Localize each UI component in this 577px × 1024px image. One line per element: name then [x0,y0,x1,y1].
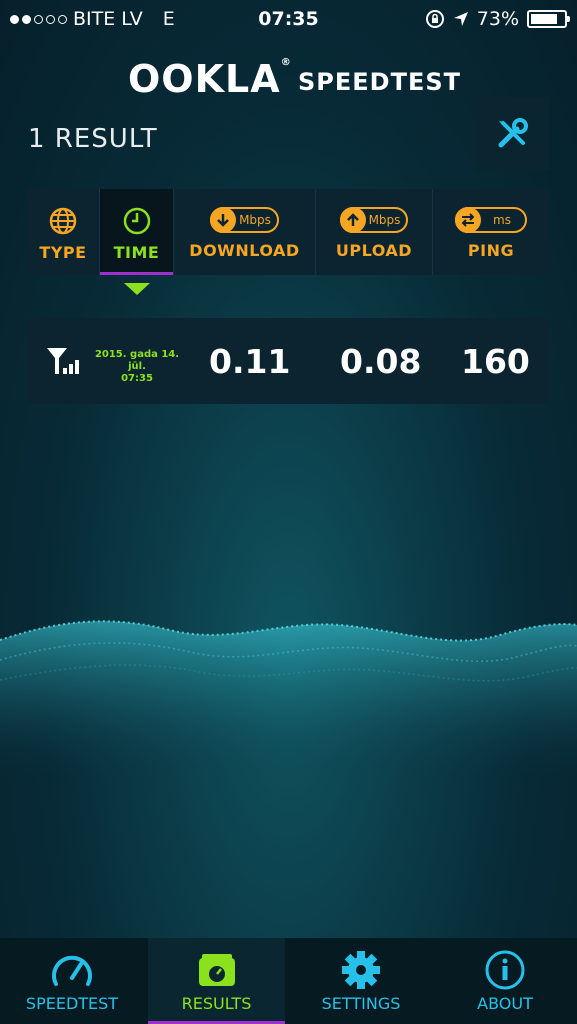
ping-unit: ms [493,213,511,227]
battery-icon [527,10,570,28]
tabbar-speedtest-label: SPEEDTEST [25,994,119,1013]
battery-percent: 73% [476,8,519,30]
info-icon [485,950,525,990]
upload-arrow-icon [339,207,366,233]
app-header: OOKLA® SPEEDTEST [0,52,577,102]
download-unit: Mbps [239,213,271,227]
background-wave [0,620,577,780]
logo-registered-mark: ® [280,57,292,68]
column-type[interactable]: TYPE [27,189,100,275]
ping-value: 160 [461,342,530,381]
column-upload-label: UPLOAD [335,241,413,260]
column-download-label: DOWNLOAD [189,241,300,260]
speedometer-icon [52,955,92,986]
sort-indicator-icon [124,283,150,295]
ookla-logo: OOKLA® [128,57,292,101]
status-right: 73% [425,8,570,30]
ping-arrows-icon [455,207,482,233]
tabbar-speedtest[interactable]: SPEEDTEST [0,938,144,1024]
result-count: 1 RESULT [28,124,158,154]
result-time: 07:35 [121,373,153,384]
tools-icon [498,117,528,147]
column-time-label: TIME [113,243,160,262]
tabbar-results-label: RESULTS [181,994,252,1013]
result-datetime: 2015. gada 14. jūl. 07:35 [89,349,185,385]
ping-unit-pill: ms [455,207,527,233]
logo-text: OOKLA [128,57,281,101]
folder-icon [198,954,235,986]
result-row[interactable]: 2015. gada 14. jūl. 07:35 0.11 0.08 160 [27,318,549,404]
column-upload[interactable]: Mbps UPLOAD [316,189,433,275]
download-arrow-icon [210,207,237,233]
upload-unit: Mbps [368,213,401,227]
download-value: 0.11 [209,342,291,381]
app-title: SPEEDTEST [298,68,462,96]
cellular-signal-icon [47,348,79,374]
status-bar: BITE LV E 07:35 73% [0,0,577,38]
tabbar-about[interactable]: ABOUT [433,938,577,1024]
tabbar-results[interactable]: RESULTS [148,938,285,1024]
bottom-tabbar: SPEEDTEST RESULTS SETTINGS ABOUT [0,938,577,1024]
tabbar-about-label: ABOUT [477,994,533,1013]
tabbar-settings-label: SETTINGS [321,994,401,1013]
column-type-label: TYPE [39,243,87,262]
rotation-lock-icon [425,10,444,28]
location-arrow-icon [453,12,468,26]
column-ping[interactable]: ms PING [433,189,549,275]
download-unit-pill: Mbps [210,207,279,233]
column-time[interactable]: TIME [100,189,174,275]
tabbar-settings[interactable]: SETTINGS [289,938,433,1024]
gear-icon [342,951,380,989]
sort-columns: TYPE TIME Mbps DOWNLOAD Mbps UPLOAD ms P… [27,189,549,275]
tools-button[interactable] [475,97,549,170]
upload-unit-pill: Mbps [339,207,409,233]
globe-icon [49,207,77,235]
column-ping-label: PING [467,241,515,260]
result-date: 2015. gada 14. jūl. [94,349,180,372]
column-download[interactable]: Mbps DOWNLOAD [174,189,316,275]
clock-icon [123,207,150,235]
upload-value: 0.08 [340,342,422,381]
